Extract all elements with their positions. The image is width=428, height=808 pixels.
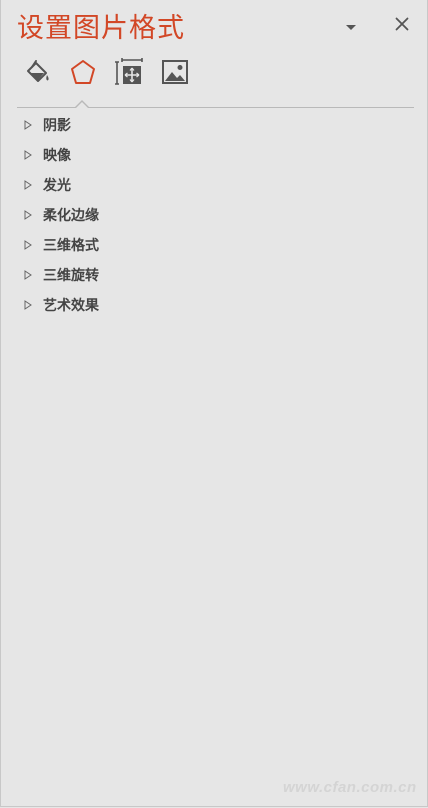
- pane-title: 设置图片格式: [17, 13, 185, 44]
- effects-section-list: 阴影 映像 发光 柔化边缘 三维格式 三维旋转 艺术效果: [17, 110, 414, 320]
- picture-icon: [160, 57, 190, 91]
- expand-caret-icon: [17, 170, 43, 200]
- chevron-down-icon: [344, 17, 358, 36]
- close-pane-button[interactable]: [390, 14, 414, 38]
- tab-picture[interactable]: [157, 56, 193, 92]
- category-tabs: [15, 56, 415, 96]
- section-label: 柔化边缘: [43, 208, 99, 224]
- section-label: 三维格式: [43, 238, 99, 254]
- section-glow[interactable]: 发光: [17, 170, 414, 200]
- close-icon: [394, 16, 410, 36]
- section-label: 映像: [43, 148, 71, 164]
- format-picture-pane: 设置图片格式 阴影 映像 发光 柔化边缘 三维格式 三维旋转 艺术效果: [0, 0, 428, 807]
- pane-options-button[interactable]: [339, 14, 363, 38]
- section-reflection[interactable]: 映像: [17, 140, 414, 170]
- section-label: 艺术效果: [43, 298, 99, 314]
- watermark: www.cfan.com.cn: [283, 779, 417, 796]
- expand-caret-icon: [17, 200, 43, 230]
- section-shadow[interactable]: 阴影: [17, 110, 414, 140]
- pentagon-icon: [68, 57, 98, 91]
- section-3d-rotation[interactable]: 三维旋转: [17, 260, 414, 290]
- section-soft-edges[interactable]: 柔化边缘: [17, 200, 414, 230]
- tab-effects[interactable]: [65, 56, 101, 92]
- section-label: 阴影: [43, 118, 71, 134]
- section-label: 发光: [43, 178, 71, 194]
- expand-caret-icon: [17, 260, 43, 290]
- expand-caret-icon: [17, 110, 43, 140]
- section-3d-format[interactable]: 三维格式: [17, 230, 414, 260]
- paint-bucket-icon: [22, 57, 52, 91]
- expand-caret-icon: [17, 140, 43, 170]
- section-artistic-effects[interactable]: 艺术效果: [17, 290, 414, 320]
- expand-caret-icon: [17, 290, 43, 320]
- size-properties-icon: [114, 57, 144, 91]
- expand-caret-icon: [17, 230, 43, 260]
- section-label: 三维旋转: [43, 268, 99, 284]
- tab-fill-line[interactable]: [19, 56, 55, 92]
- tab-size-properties[interactable]: [111, 56, 147, 92]
